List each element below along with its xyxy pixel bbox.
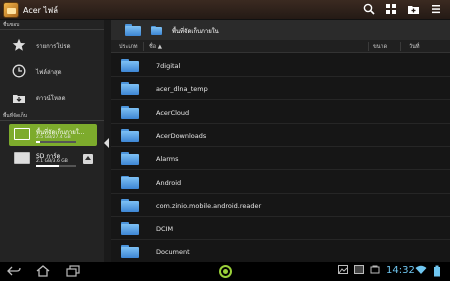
new-folder-icon[interactable]: [406, 3, 420, 17]
folder-icon: [121, 128, 139, 142]
folder-icon: [121, 198, 139, 212]
file-name: AcerCloud: [156, 108, 190, 117]
clock-icon: [12, 64, 26, 78]
file-row[interactable]: Alarms: [111, 147, 450, 171]
recent-apps-icon[interactable]: [66, 265, 80, 278]
sidebar: ชื่นชอบ รายการโปรด ไฟล์ล่าสุด ดาวน์โหลด …: [0, 20, 104, 262]
folder-icon: [121, 152, 139, 166]
file-name: 7digital: [156, 62, 181, 70]
column-type[interactable]: ประเภท: [119, 43, 138, 51]
column-date[interactable]: วันที่: [409, 43, 419, 51]
acer-ring-icon[interactable]: [219, 265, 232, 278]
file-row[interactable]: AcerCloud: [111, 101, 450, 124]
storage-usage-bar: [36, 165, 76, 167]
eject-icon[interactable]: [83, 154, 93, 164]
file-row[interactable]: AcerDownloads: [111, 124, 450, 147]
sd-card-icon: [14, 152, 30, 164]
storage-usage-bar: [36, 141, 76, 143]
favorites-section-label: ชื่นชอบ: [3, 22, 20, 28]
folder-icon: [121, 82, 139, 96]
storage-size: 2.1 GB/3.6 GB: [36, 159, 68, 164]
action-bar: Acer ไฟล์: [0, 0, 450, 20]
divider: [0, 29, 104, 30]
sidebar-item-internal-storage[interactable]: พื้นที่จัดเก็บภายใ... 2.5 GB/27.4 GB: [9, 124, 97, 146]
file-name: DCIM: [156, 225, 174, 234]
file-name: Document: [156, 248, 190, 257]
storage-section-label: พื้นที่จัดเก็บ: [3, 113, 28, 119]
file-name: Android: [156, 178, 182, 187]
folder-up-icon[interactable]: [125, 24, 141, 36]
file-name: com.zinio.mobile.android.reader: [156, 201, 262, 210]
breadcrumb: พื้นที่จัดเก็บภายใน: [111, 20, 450, 40]
file-row[interactable]: Android: [111, 171, 450, 194]
download-icon: [12, 90, 26, 104]
sidebar-item-label: ดาวน์โหลด: [36, 95, 66, 102]
wifi-icon: [414, 265, 428, 278]
sidebar-item-label: รายการโปรด: [36, 43, 71, 50]
storage-size: 2.5 GB/27.4 GB: [36, 135, 71, 140]
status-clock: 14:32: [386, 265, 415, 276]
folder-icon: [121, 245, 139, 259]
menu-icon[interactable]: [429, 3, 443, 17]
column-header: ประเภท ชื่อ ▲ ขนาด วันที่: [111, 40, 450, 53]
tablet-storage-icon: [14, 128, 30, 140]
app-title: Acer ไฟล์: [23, 6, 59, 15]
folder-icon: [121, 175, 139, 189]
system-bar: 14:32: [0, 262, 450, 281]
column-name[interactable]: ชื่อ ▲: [149, 43, 162, 51]
folder-icon: [121, 59, 139, 72]
file-name: AcerDownloads: [156, 131, 207, 140]
file-row[interactable]: acer_dlna_temp: [111, 77, 450, 101]
screenshot-notification-icon[interactable]: [352, 265, 366, 278]
divider: [0, 120, 104, 121]
file-list-pane: พื้นที่จัดเก็บภายใน ประเภท ชื่อ ▲ ขนาด ว…: [111, 20, 450, 264]
sidebar-item-downloads[interactable]: ดาวน์โหลด: [0, 86, 104, 108]
home-icon[interactable]: [36, 265, 50, 278]
folder-icon: [121, 222, 139, 236]
collapse-sidebar-icon[interactable]: [104, 138, 109, 148]
file-row[interactable]: Document: [111, 240, 450, 264]
back-icon[interactable]: [7, 265, 21, 278]
sidebar-item-recent[interactable]: ไฟล์ล่าสุด: [0, 60, 104, 82]
folder-app-icon[interactable]: [3, 2, 19, 18]
folder-icon: [151, 26, 162, 35]
folder-icon: [121, 105, 139, 119]
column-size[interactable]: ขนาด: [373, 43, 387, 51]
sync-notification-icon[interactable]: [368, 265, 382, 278]
file-row[interactable]: DCIM: [111, 217, 450, 241]
sidebar-item-favorites[interactable]: รายการโปรด: [0, 34, 104, 56]
file-name: acer_dlna_temp: [156, 85, 208, 94]
file-row[interactable]: com.zinio.mobile.android.reader: [111, 194, 450, 217]
view-grid-icon[interactable]: [384, 3, 398, 17]
search-icon[interactable]: [362, 3, 376, 17]
battery-icon: [430, 265, 444, 278]
sidebar-item-label: ไฟล์ล่าสุด: [36, 69, 62, 76]
file-row[interactable]: 7digital: [111, 54, 450, 77]
star-icon: [12, 38, 26, 52]
gallery-notification-icon[interactable]: [336, 265, 350, 278]
file-name: Alarms: [156, 155, 179, 164]
current-path[interactable]: พื้นที่จัดเก็บภายใน: [172, 26, 219, 36]
